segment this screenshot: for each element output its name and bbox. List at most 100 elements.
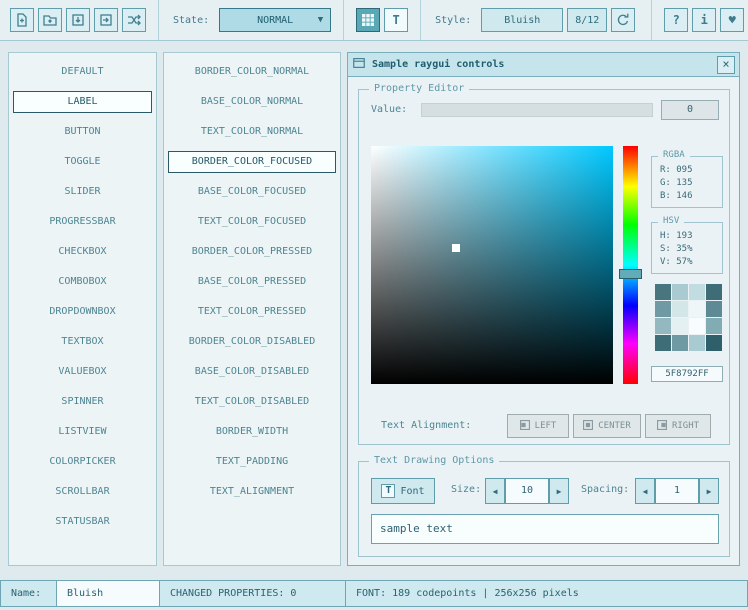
color-swatch[interactable]: [655, 335, 671, 351]
statusbar-name-input[interactable]: Bluish: [56, 580, 160, 607]
size-label: Size:: [451, 484, 481, 495]
hex-value-box[interactable]: 5F8792FF: [651, 366, 723, 382]
toolbar-separator: [158, 0, 159, 40]
list-item-valuebox[interactable]: VALUEBOX: [13, 361, 152, 383]
align-left-button[interactable]: LEFT: [507, 414, 569, 438]
list-item-button[interactable]: BUTTON: [13, 121, 152, 143]
window-close-button[interactable]: ×: [717, 56, 735, 74]
save-file-button[interactable]: [66, 8, 90, 32]
property-item[interactable]: BASE_COLOR_PRESSED: [168, 271, 336, 293]
reload-style-button[interactable]: [611, 8, 635, 32]
property-item[interactable]: TEXT_COLOR_NORMAL: [168, 121, 336, 143]
align-right-button[interactable]: RIGHT: [645, 414, 711, 438]
list-item-label[interactable]: LABEL: [13, 91, 152, 113]
hue-slider-handle[interactable]: [619, 269, 642, 279]
list-item-dropdownbox[interactable]: DROPDOWNBOX: [13, 301, 152, 323]
color-swatch[interactable]: [672, 301, 688, 317]
property-item[interactable]: BORDER_COLOR_DISABLED: [168, 331, 336, 353]
statusbar: Name: Bluish CHANGED PROPERTIES: 0 FONT:…: [0, 580, 748, 607]
color-swatch[interactable]: [706, 335, 722, 351]
hue-bar[interactable]: [623, 146, 638, 384]
list-item-scrollbar[interactable]: SCROLLBAR: [13, 481, 152, 503]
list-item-progressbar[interactable]: PROGRESSBAR: [13, 211, 152, 233]
property-item[interactable]: BASE_COLOR_FOCUSED: [168, 181, 336, 203]
load-file-button[interactable]: [38, 8, 62, 32]
property-item[interactable]: BORDER_WIDTH: [168, 421, 336, 443]
color-swatch[interactable]: [689, 284, 705, 300]
property-item[interactable]: TEXT_PADDING: [168, 451, 336, 473]
color-swatch[interactable]: [672, 318, 688, 334]
property-editor-legend: Property Editor: [369, 83, 469, 94]
list-item-textbox[interactable]: TEXTBOX: [13, 331, 152, 353]
sample-text-input[interactable]: sample text: [371, 514, 719, 544]
list-item-spinner[interactable]: SPINNER: [13, 391, 152, 413]
color-swatch[interactable]: [706, 318, 722, 334]
export-file-button[interactable]: [94, 8, 118, 32]
rgba-r-value: R: 095: [660, 164, 722, 177]
size-value-box[interactable]: 10: [505, 478, 549, 504]
color-swatch[interactable]: [655, 318, 671, 334]
arrow-left-icon: ◀: [493, 487, 498, 496]
color-swatch[interactable]: [689, 318, 705, 334]
color-swatch[interactable]: [689, 335, 705, 351]
state-dropdown[interactable]: NORMAL ▼: [219, 8, 331, 32]
help-icon: ?: [673, 13, 680, 27]
property-item[interactable]: TEXT_ALIGNMENT: [168, 481, 336, 503]
property-item[interactable]: TEXT_COLOR_DISABLED: [168, 391, 336, 413]
font-button[interactable]: T Font: [371, 478, 435, 504]
property-item[interactable]: BASE_COLOR_DISABLED: [168, 361, 336, 383]
property-item[interactable]: TEXT_COLOR_PRESSED: [168, 301, 336, 323]
value-slider[interactable]: [421, 103, 653, 117]
list-item-toggle[interactable]: TOGGLE: [13, 151, 152, 173]
size-increase-button[interactable]: ▶: [549, 478, 569, 504]
color-swatch[interactable]: [672, 284, 688, 300]
new-file-button[interactable]: [10, 8, 34, 32]
color-swatch[interactable]: [689, 301, 705, 317]
color-saturation-panel[interactable]: [371, 146, 613, 384]
value-box[interactable]: 0: [661, 100, 719, 120]
color-swatch[interactable]: [672, 335, 688, 351]
list-item-listview[interactable]: LISTVIEW: [13, 421, 152, 443]
sponsor-button[interactable]: ♥: [720, 8, 744, 32]
window-titlebar[interactable]: Sample raygui controls ×: [348, 53, 739, 77]
align-center-button[interactable]: CENTER: [573, 414, 641, 438]
random-style-button[interactable]: [122, 8, 146, 32]
align-left-icon: [520, 420, 530, 433]
property-item[interactable]: TEXT_COLOR_FOCUSED: [168, 211, 336, 233]
chevron-down-icon: ▼: [318, 15, 323, 25]
list-item-slider[interactable]: SLIDER: [13, 181, 152, 203]
list-item-statusbar[interactable]: STATUSBAR: [13, 511, 152, 533]
style-name-button[interactable]: Bluish: [481, 8, 563, 32]
about-button[interactable]: i: [692, 8, 716, 32]
arrow-right-icon: ▶: [707, 487, 712, 496]
property-editor-group: Property Editor Value: 0 RGBA R: 095 G: …: [358, 89, 730, 445]
property-item[interactable]: BORDER_COLOR_PRESSED: [168, 241, 336, 263]
align-right-label: RIGHT: [672, 421, 699, 431]
text-drawing-options-legend: Text Drawing Options: [369, 455, 499, 466]
controls-list: DEFAULT LABEL BUTTON TOGGLE SLIDER PROGR…: [8, 52, 157, 566]
hsv-v-value: V: 57%: [660, 256, 722, 269]
font-view-toggle[interactable]: T: [384, 8, 408, 32]
property-item[interactable]: BASE_COLOR_NORMAL: [168, 91, 336, 113]
list-item-checkbox[interactable]: CHECKBOX: [13, 241, 152, 263]
color-swatch[interactable]: [655, 301, 671, 317]
style-table-toggle[interactable]: [356, 8, 380, 32]
color-swatch[interactable]: [706, 301, 722, 317]
list-item-default[interactable]: DEFAULT: [13, 61, 152, 83]
color-cursor[interactable]: [452, 244, 460, 252]
help-button[interactable]: ?: [664, 8, 688, 32]
style-index-button[interactable]: 8/12: [567, 8, 607, 32]
property-item[interactable]: BORDER_COLOR_NORMAL: [168, 61, 336, 83]
color-swatch-grid: [655, 284, 724, 353]
size-decrease-button[interactable]: ◀: [485, 478, 505, 504]
color-swatch[interactable]: [706, 284, 722, 300]
align-center-icon: [583, 420, 593, 433]
spacing-value-box[interactable]: 1: [655, 478, 699, 504]
list-item-combobox[interactable]: COMBOBOX: [13, 271, 152, 293]
spacing-decrease-button[interactable]: ◀: [635, 478, 655, 504]
color-swatch[interactable]: [655, 284, 671, 300]
list-item-colorpicker[interactable]: COLORPICKER: [13, 451, 152, 473]
spacing-increase-button[interactable]: ▶: [699, 478, 719, 504]
property-item-selected[interactable]: BORDER_COLOR_FOCUSED: [168, 151, 336, 173]
hsv-h-value: H: 193: [660, 230, 722, 243]
